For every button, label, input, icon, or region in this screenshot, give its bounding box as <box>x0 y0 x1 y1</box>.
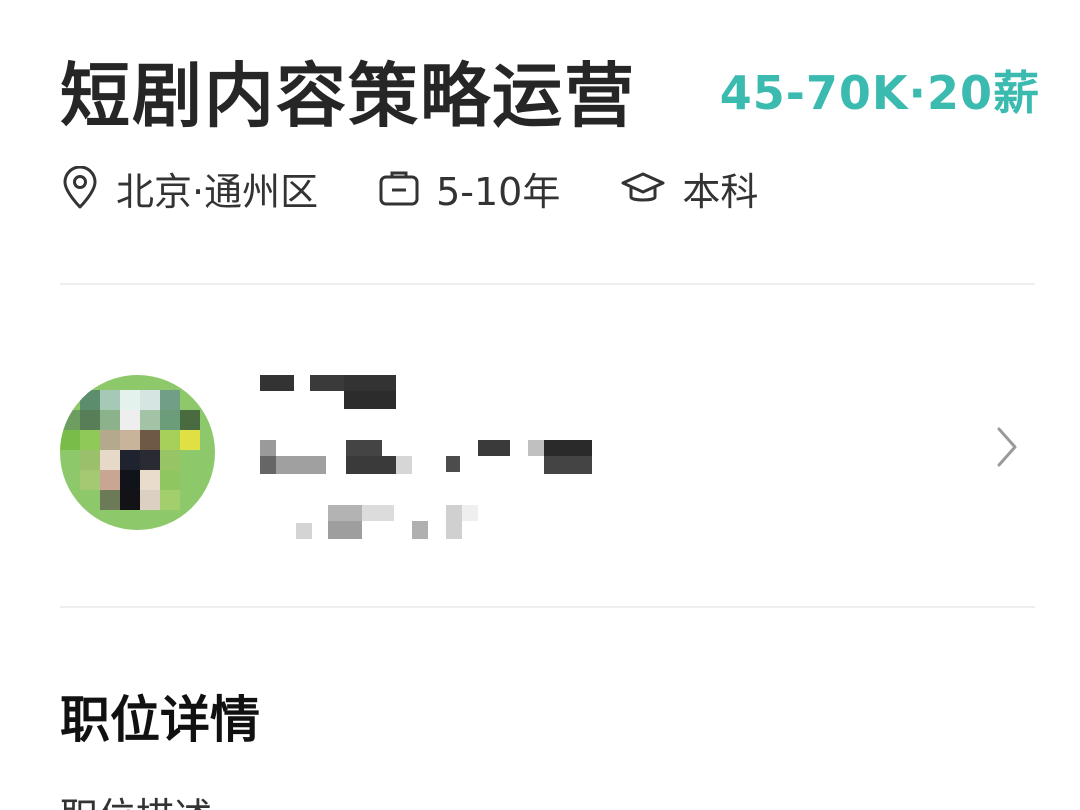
job-meta: 北京·通州区 5-10年 本科 <box>60 160 818 216</box>
recruiter-name-redacted <box>260 375 396 409</box>
location-pin-icon <box>63 166 97 209</box>
section-title: 职位详情 <box>60 691 260 749</box>
briefcase-icon <box>379 171 419 206</box>
job-header: 短剧内容策略运营 45-70K·20薪 <box>60 40 1040 140</box>
recruiter-title-redacted <box>296 505 478 539</box>
meta-experience: 5-10年 <box>378 161 560 216</box>
divider <box>60 283 1035 285</box>
graduation-cap-icon <box>621 172 665 202</box>
education-text: 本科 <box>682 169 759 214</box>
recruiter-card[interactable] <box>60 360 1035 550</box>
salary-range: 45-70K·20薪 <box>719 66 1040 120</box>
experience-text: 5-10年 <box>436 169 561 214</box>
location-text: 北京·通州区 <box>116 169 319 214</box>
job-description-title: 职位描述 <box>60 786 212 810</box>
avatar <box>60 375 215 530</box>
meta-education: 本科 <box>620 161 758 216</box>
job-detail-page: 短剧内容策略运营 45-70K·20薪 北京·通州区 5-10年 本科 职位详情 <box>0 0 1080 810</box>
chevron-right-icon[interactable] <box>995 425 1021 469</box>
job-title: 短剧内容策略运营 <box>60 54 636 137</box>
meta-location: 北京·通州区 <box>60 161 318 216</box>
recruiter-company-redacted <box>260 440 592 474</box>
divider <box>60 606 1035 608</box>
